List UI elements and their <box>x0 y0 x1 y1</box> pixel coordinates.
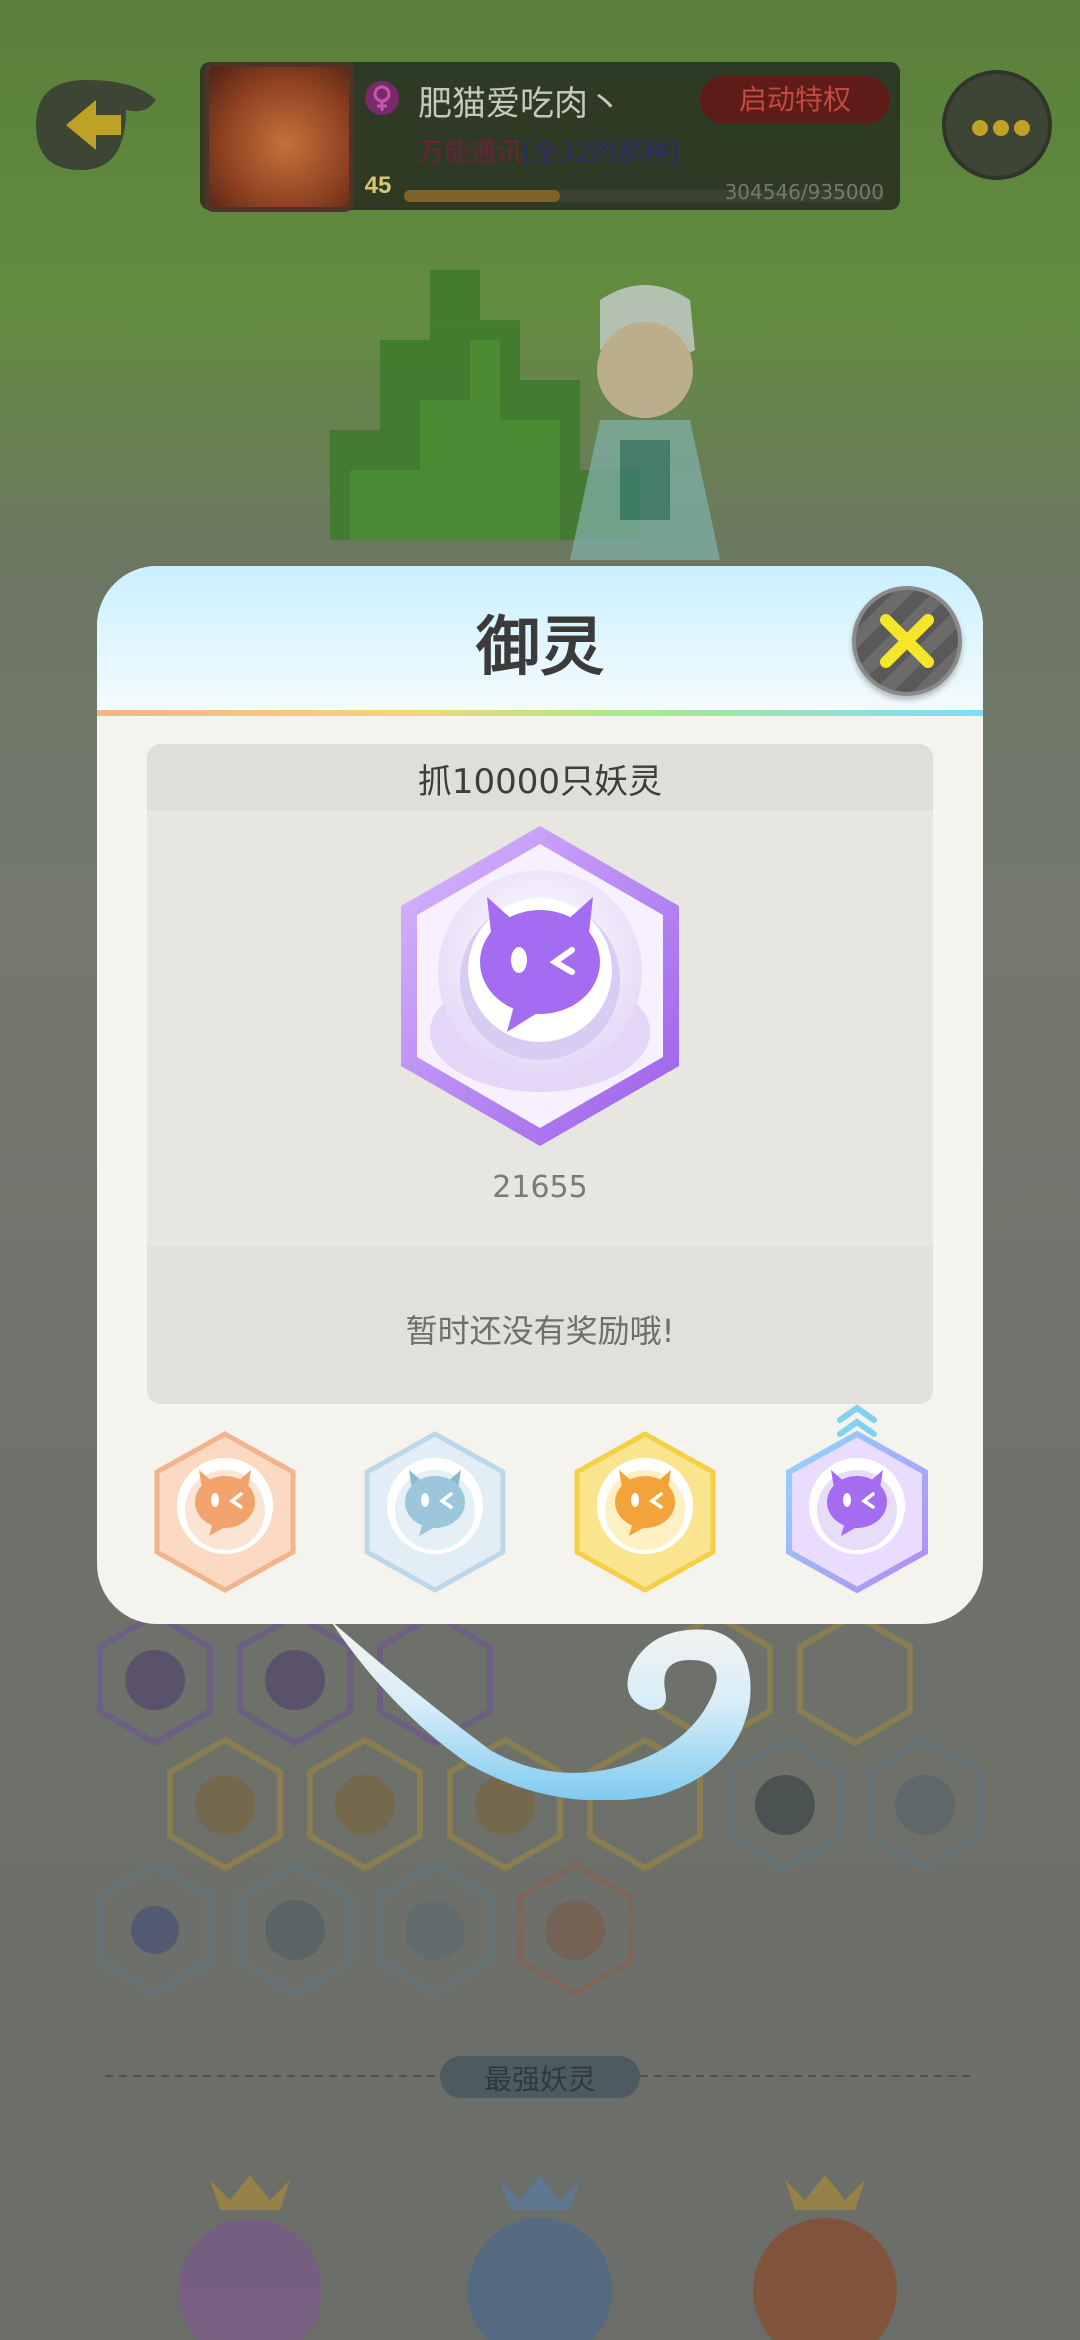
level-badge: 45 <box>364 172 392 199</box>
female-gender-icon <box>365 81 399 115</box>
subtitle-blue: [全32的那种] <box>522 138 680 168</box>
catch-count: 21655 <box>492 1170 588 1205</box>
tier-bronze-badge[interactable] <box>153 1430 297 1594</box>
purple-spirit-badge-icon <box>401 826 679 1146</box>
reward-area: 暂时还没有奖励哦! <box>147 1246 933 1404</box>
subtitle-red: 万能通讯 <box>418 138 523 168</box>
gold-spirit-badge-icon <box>574 1431 716 1593</box>
bronze-spirit-badge-icon <box>154 1431 296 1593</box>
task-description: 抓10000只妖灵 <box>417 762 663 802</box>
close-button[interactable] <box>852 586 962 696</box>
achievement-modal: 御灵 抓10000只妖灵 21655 暂时还没有奖励哦! <box>97 566 983 1624</box>
modal-title: 御灵 <box>476 611 604 685</box>
start-privilege-button[interactable]: 启动特权 <box>700 76 890 124</box>
bubble-tail <box>330 1620 751 1800</box>
header-divider <box>97 710 983 716</box>
xp-text: 304546/935000 <box>724 180 884 204</box>
section-label: 最强妖灵 <box>483 2063 596 2096</box>
avatar[interactable] <box>204 62 354 212</box>
silver-spirit-badge-icon <box>364 1431 506 1593</box>
tier-silver-badge[interactable] <box>363 1430 507 1594</box>
more-dots-icon <box>972 120 1030 136</box>
back-arrow-icon[interactable] <box>26 70 166 180</box>
profile-subtitle: 万能通讯[全32的那种] <box>418 132 679 169</box>
tier-gold-badge[interactable] <box>573 1430 717 1594</box>
tier-purple-badge[interactable] <box>785 1430 929 1594</box>
more-menu-button[interactable] <box>942 70 1052 180</box>
achievement-detail-panel: 抓10000只妖灵 21655 暂时还没有奖励哦! <box>147 744 933 1404</box>
reward-empty-text: 暂时还没有奖励哦! <box>405 1312 675 1350</box>
nickname: 肥猫爱吃肉丶 <box>418 84 622 124</box>
close-icon <box>880 614 934 668</box>
purple-spirit-badge-icon <box>786 1430 928 1594</box>
xp-progress-fill <box>404 190 560 202</box>
